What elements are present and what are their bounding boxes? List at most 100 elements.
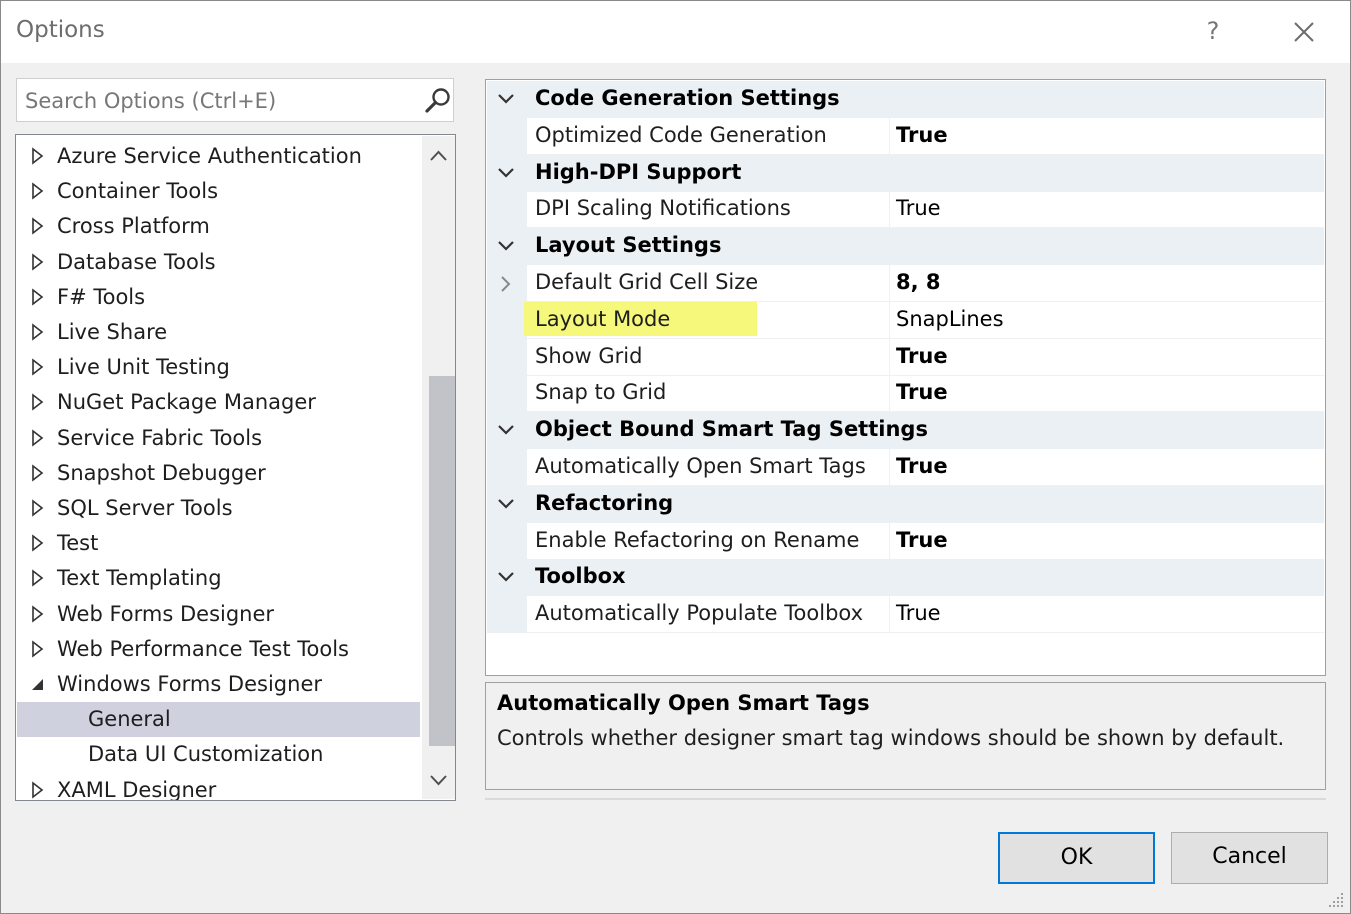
property-value[interactable]: True <box>896 380 948 404</box>
grid-property-row[interactable]: Default Grid Cell Size 8, 8 <box>487 265 1324 302</box>
tree-item-label: F# Tools <box>57 284 146 309</box>
scrollbar-thumb[interactable] <box>429 376 455 746</box>
grid-property-row[interactable]: Automatically Populate Toolbox True <box>487 596 1324 634</box>
tree-item[interactable]: Snapshot Debugger <box>17 456 420 491</box>
tree-scrollbar[interactable] <box>422 136 455 799</box>
tree-item-label: Test <box>57 531 99 556</box>
tree-item-label: Container Tools <box>57 179 219 204</box>
title-bar: Options ? <box>1 1 1350 63</box>
grid-category-row[interactable]: Layout Settings <box>487 228 1324 266</box>
tree-item[interactable]: Cross Platform <box>17 209 420 244</box>
tree-item[interactable]: Azure Service Authentication <box>17 139 420 174</box>
scroll-up-arrow-icon[interactable] <box>422 136 455 172</box>
tree-item[interactable]: Web Forms Designer <box>17 597 420 632</box>
chevron-down-icon[interactable] <box>496 497 516 511</box>
close-button[interactable] <box>1283 15 1325 51</box>
tree-item[interactable]: Data UI Customization <box>17 737 420 772</box>
grid-category-row[interactable]: Toolbox <box>487 559 1324 597</box>
tree-item-label: Live Unit Testing <box>57 355 230 380</box>
property-name: Layout Mode <box>535 306 671 331</box>
property-value[interactable]: True <box>896 123 948 147</box>
expand-arrow-icon[interactable] <box>31 604 45 623</box>
tree-item-label: Windows Forms Designer <box>57 672 322 696</box>
grid-property-row[interactable]: Layout Mode SnapLines <box>487 301 1324 339</box>
cancel-button[interactable]: Cancel <box>1171 832 1328 884</box>
tree-item[interactable]: Database Tools <box>17 245 420 280</box>
grid-category-row[interactable]: Refactoring <box>487 485 1324 523</box>
tree-item[interactable]: General <box>17 702 420 738</box>
search-input[interactable] <box>17 79 417 123</box>
tree-item-label: Web Forms Designer <box>57 601 275 626</box>
grid-property-row[interactable]: DPI Scaling Notifications True <box>487 191 1324 229</box>
expand-arrow-icon[interactable] <box>31 252 45 271</box>
expand-arrow-icon[interactable] <box>31 217 45 236</box>
expand-arrow-icon[interactable] <box>31 358 45 376</box>
grid-property-row[interactable]: Enable Refactoring on Rename True <box>487 522 1324 560</box>
chevron-down-icon[interactable] <box>496 570 516 584</box>
property-value[interactable]: True <box>896 454 948 478</box>
grid-row-margin <box>487 301 527 339</box>
expand-arrow-icon[interactable] <box>31 464 45 482</box>
tree-item[interactable]: XAML Designer <box>17 773 420 800</box>
grid-property-row[interactable]: Automatically Open Smart Tags True <box>487 449 1324 486</box>
tree-item[interactable]: Web Performance Test Tools <box>17 632 420 667</box>
search-icon[interactable] <box>423 86 453 116</box>
scroll-down-arrow-icon[interactable] <box>422 764 455 798</box>
tree-item-label: General <box>88 707 171 732</box>
grid-property-row[interactable]: Optimized Code Generation True <box>487 117 1324 155</box>
resize-grip-icon[interactable] <box>1327 889 1347 909</box>
grid-category-row[interactable]: Object Bound Smart Tag Settings <box>487 412 1324 450</box>
tree-item[interactable]: Windows Forms Designer <box>17 667 420 702</box>
chevron-right-icon[interactable] <box>499 275 513 293</box>
tree-item[interactable]: Service Fabric Tools <box>17 421 420 456</box>
grid-property-row[interactable]: Snap to Grid True <box>487 375 1324 413</box>
expand-arrow-icon[interactable] <box>31 428 45 447</box>
property-name: Enable Refactoring on Rename <box>535 527 860 552</box>
tree-item-label: Database Tools <box>57 249 216 274</box>
property-value[interactable]: True <box>896 528 948 552</box>
column-divider <box>889 191 890 229</box>
ok-button[interactable]: OK <box>998 832 1155 884</box>
column-divider <box>889 375 890 413</box>
chevron-down-icon[interactable] <box>496 92 516 106</box>
property-value[interactable]: True <box>896 344 948 368</box>
tree-item[interactable]: Text Templating <box>17 561 420 596</box>
tree-item[interactable]: NuGet Package Manager <box>17 385 420 420</box>
help-button[interactable]: ? <box>1191 15 1235 51</box>
chevron-down-icon[interactable] <box>496 166 516 180</box>
grid-category-row[interactable]: High-DPI Support <box>487 154 1324 192</box>
expand-arrow-icon[interactable] <box>31 569 45 588</box>
expand-arrow-icon[interactable] <box>31 323 45 341</box>
expand-arrow-icon[interactable] <box>31 182 45 200</box>
chevron-down-icon[interactable] <box>496 423 516 437</box>
tree-item[interactable]: Test <box>17 526 420 561</box>
property-value[interactable]: SnapLines <box>896 307 1004 331</box>
expand-arrow-icon[interactable] <box>31 393 45 412</box>
chevron-down-icon[interactable] <box>496 239 516 253</box>
grid-property-row[interactable]: Show Grid True <box>487 338 1324 376</box>
property-value[interactable]: 8, 8 <box>896 270 941 294</box>
expand-arrow-icon[interactable] <box>31 147 45 165</box>
tree-item-label: Live Share <box>57 320 168 344</box>
expand-arrow-icon[interactable] <box>31 780 45 799</box>
expand-arrow-icon[interactable] <box>31 640 45 658</box>
expand-arrow-icon[interactable] <box>31 288 45 306</box>
tree-item[interactable]: SQL Server Tools <box>17 491 420 526</box>
tree-item[interactable]: Live Unit Testing <box>17 350 420 385</box>
property-name: Optimized Code Generation <box>535 122 827 147</box>
options-dialog: Options ? Azure Service Authentication Co… <box>0 0 1351 914</box>
property-name: Automatically Open Smart Tags <box>535 454 866 478</box>
collapse-arrow-icon[interactable] <box>31 675 45 693</box>
grid-row-margin <box>487 338 527 376</box>
property-value[interactable]: True <box>896 601 941 625</box>
tree-item[interactable]: Live Share <box>17 315 420 350</box>
grid-category-row[interactable]: Code Generation Settings <box>487 81 1324 118</box>
tree-item[interactable]: F# Tools <box>17 280 420 315</box>
expand-arrow-icon[interactable] <box>31 534 45 552</box>
property-name: DPI Scaling Notifications <box>535 196 791 221</box>
window-title: Options <box>16 17 105 43</box>
expand-arrow-icon[interactable] <box>31 499 45 517</box>
property-value[interactable]: True <box>896 196 941 220</box>
property-name: Snap to Grid <box>535 380 667 405</box>
tree-item[interactable]: Container Tools <box>17 174 420 209</box>
